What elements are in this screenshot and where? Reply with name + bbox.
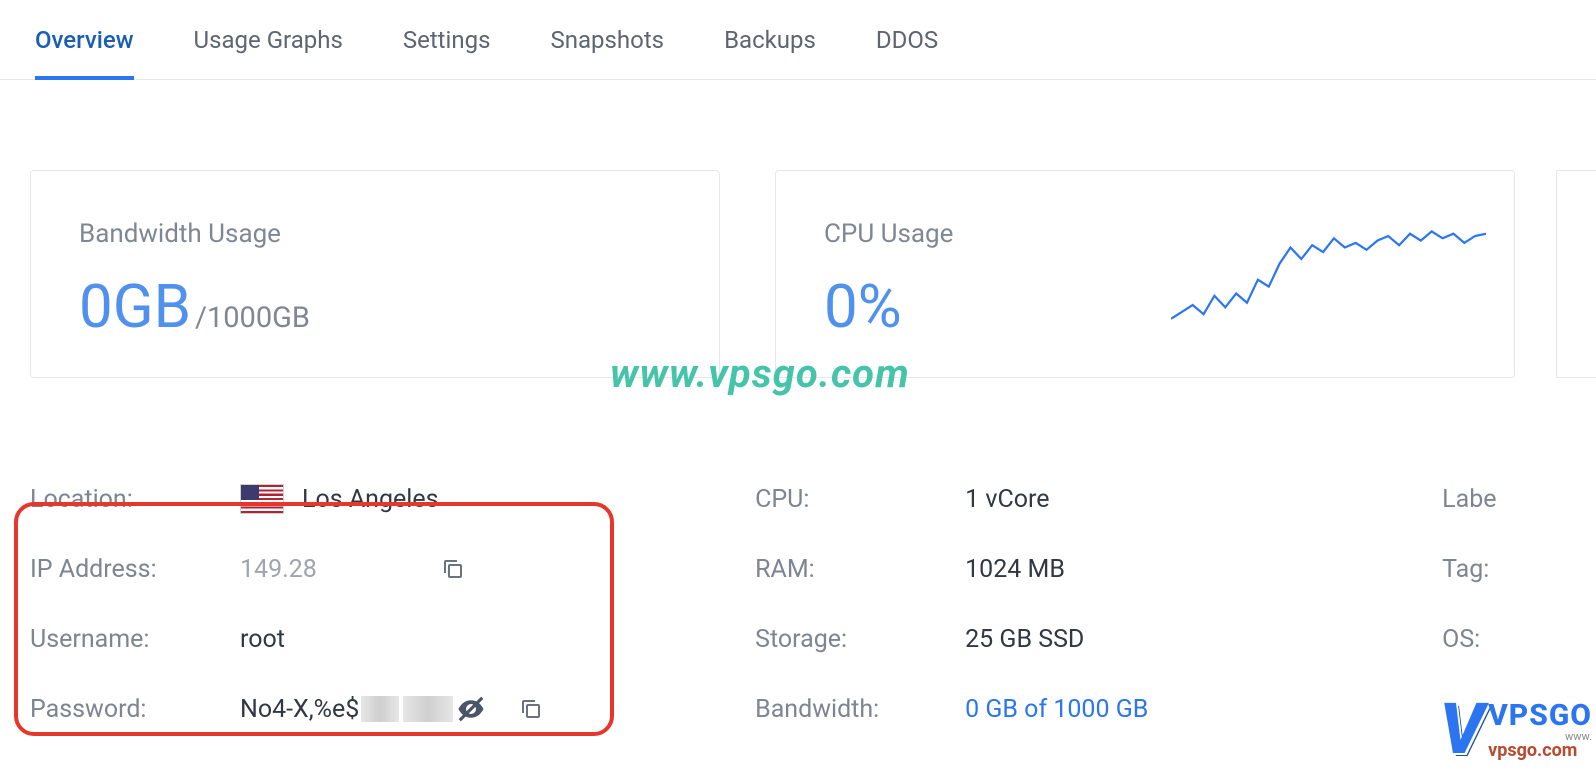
storage-label: Storage:	[755, 625, 965, 654]
us-flag-icon	[240, 484, 284, 514]
tab-snapshots[interactable]: Snapshots	[550, 0, 664, 80]
toggle-password-visibility-button[interactable]	[455, 693, 487, 725]
row-password: Password: No4-X,%e$	[30, 674, 735, 744]
tabs-bar: Overview Usage Graphs Settings Snapshots…	[0, 0, 1596, 80]
copy-ip-button[interactable]	[437, 553, 469, 585]
summary-cards: Bandwidth Usage 0GB/1000GB CPU Usage 0%	[0, 80, 1596, 378]
ram-value: 1024 MB	[965, 555, 1065, 584]
watermark-text: www.vpsgo.com	[610, 350, 910, 397]
location-value: Los Angeles	[302, 485, 438, 514]
eye-off-icon	[456, 694, 486, 724]
tab-usage-graphs[interactable]: Usage Graphs	[194, 0, 343, 80]
bandwidth-value-detail[interactable]: 0 GB of 1000 GB	[965, 695, 1148, 724]
row-storage: Storage: 25 GB SSD	[755, 604, 1422, 674]
ip-value: 149.28	[240, 555, 317, 584]
storage-value: 25 GB SSD	[965, 625, 1084, 654]
tab-ddos[interactable]: DDOS	[876, 0, 938, 80]
password-value: No4-X,%e$	[240, 695, 359, 724]
details-section: Location: Los Angeles IP Address: 149.28…	[0, 378, 1596, 744]
bandwidth-card: Bandwidth Usage 0GB/1000GB	[30, 170, 720, 378]
copy-password-button[interactable]	[515, 693, 547, 725]
ram-label: RAM:	[755, 555, 965, 584]
row-ip: IP Address: 149.28	[30, 534, 735, 604]
label-label: Labe	[1442, 485, 1496, 514]
bandwidth-of: /1000GB	[195, 301, 310, 335]
bandwidth-title: Bandwidth Usage	[79, 219, 671, 249]
password-obscured	[361, 696, 399, 722]
tag-label: Tag:	[1442, 555, 1489, 584]
row-ram: RAM: 1024 MB	[755, 534, 1422, 604]
bandwidth-value: 0GB	[79, 271, 191, 342]
username-value: root	[240, 625, 285, 654]
password-label: Password:	[30, 695, 240, 724]
brand-name: VPSGO	[1488, 701, 1592, 731]
brand-logo: V VPSGO www. vpsgo.com	[1439, 701, 1592, 760]
row-label: Labe	[1442, 464, 1566, 534]
tab-backups[interactable]: Backups	[724, 0, 816, 80]
cpu-sparkline	[1171, 213, 1486, 328]
cpu-card: CPU Usage 0%	[775, 170, 1515, 378]
copy-icon	[519, 697, 543, 721]
bandwidth-label: Bandwidth:	[755, 695, 965, 724]
ip-label: IP Address:	[30, 555, 240, 584]
tab-settings[interactable]: Settings	[403, 0, 491, 80]
cpu-value: 0%	[824, 271, 902, 342]
brand-domain: vpsgo.com	[1488, 742, 1592, 760]
cpu-label: CPU:	[755, 485, 965, 514]
row-cpu: CPU: 1 vCore	[755, 464, 1422, 534]
username-label: Username:	[30, 625, 240, 654]
copy-icon	[441, 557, 465, 581]
tab-overview[interactable]: Overview	[35, 0, 134, 80]
row-tag: Tag:	[1442, 534, 1566, 604]
row-os: OS:	[1442, 604, 1566, 674]
partial-card-right	[1556, 170, 1596, 378]
row-username: Username: root	[30, 604, 735, 674]
row-location: Location: Los Angeles	[30, 464, 735, 534]
password-obscured-2	[403, 696, 453, 722]
details-col-left: Location: Los Angeles IP Address: 149.28…	[30, 464, 735, 744]
location-label: Location:	[30, 485, 240, 514]
os-label: OS:	[1442, 625, 1480, 654]
brand-v-icon: V	[1439, 706, 1484, 755]
details-col-middle: CPU: 1 vCore RAM: 1024 MB Storage: 25 GB…	[755, 464, 1422, 744]
row-bandwidth-detail: Bandwidth: 0 GB of 1000 GB	[755, 674, 1422, 744]
cpu-value-detail: 1 vCore	[965, 485, 1049, 514]
